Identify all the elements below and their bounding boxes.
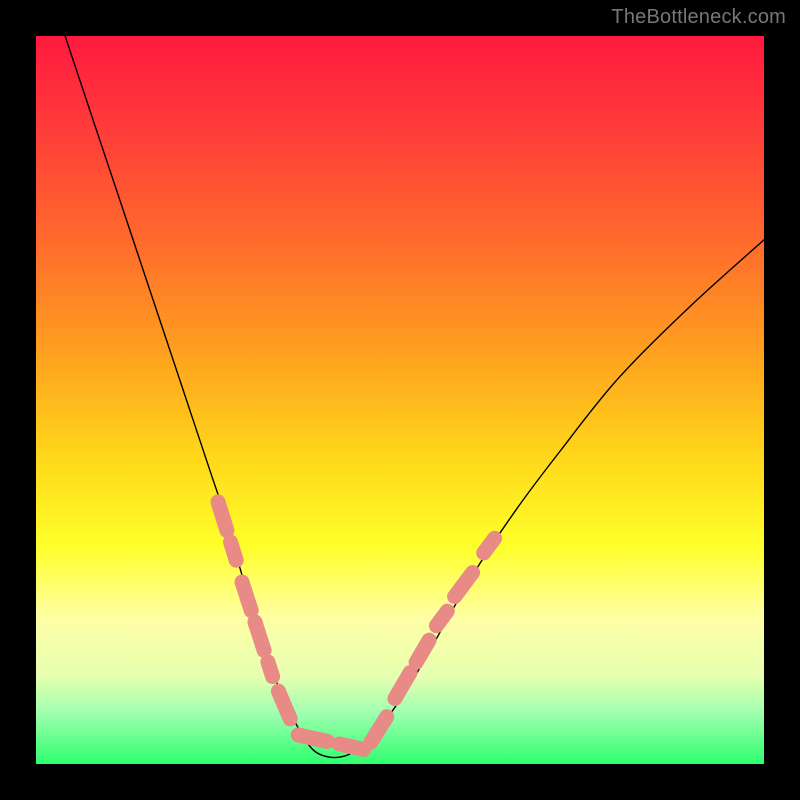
overlay-segment: [298, 735, 364, 750]
chart-frame: [36, 36, 764, 764]
overlay-segment: [484, 538, 495, 553]
watermark-text: TheBottleneck.com: [611, 6, 786, 29]
overlay-segment: [395, 640, 429, 698]
trough-overlay: [218, 502, 495, 750]
overlay-segment: [278, 691, 290, 720]
chart-svg: [36, 36, 764, 764]
bottleneck-curve: [65, 36, 764, 758]
overlay-segment: [455, 567, 477, 596]
overlay-segment: [371, 713, 389, 742]
overlay-segment: [436, 611, 447, 626]
overlay-segment: [242, 582, 273, 677]
overlay-segment: [218, 502, 236, 560]
